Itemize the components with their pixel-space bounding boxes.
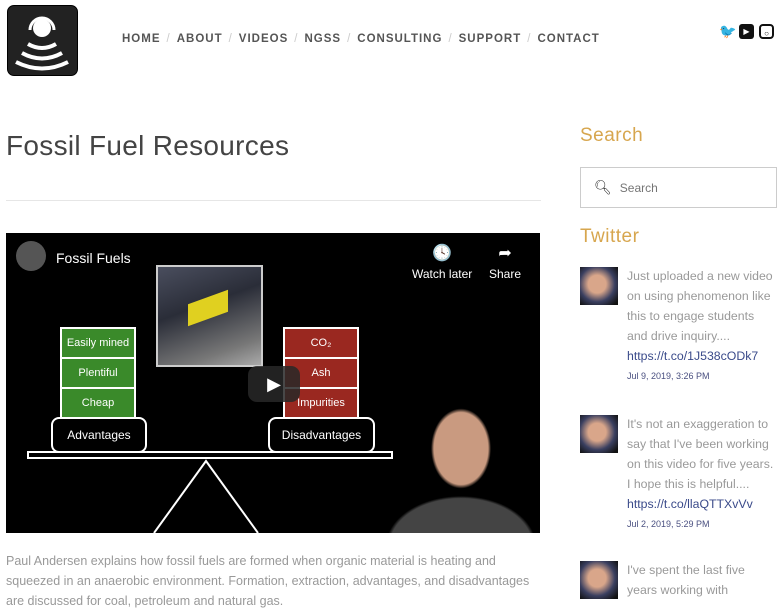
- advantages-label: Advantages: [51, 417, 147, 453]
- avatar[interactable]: [580, 267, 618, 305]
- coal-mine-image: [156, 265, 263, 367]
- nav-separator: /: [166, 33, 171, 45]
- avatar[interactable]: [580, 415, 618, 453]
- nav-consulting[interactable]: CONSULTING: [357, 33, 442, 45]
- instagram-icon[interactable]: ○: [759, 24, 774, 39]
- balance-beam: [27, 451, 393, 459]
- nav-separator: /: [527, 33, 532, 45]
- tweet-date[interactable]: Jul 2, 2019, 5:29 PM: [627, 514, 777, 534]
- advantages-stack: Easily mined Plentiful Cheap: [60, 327, 136, 421]
- play-button[interactable]: ▶: [248, 366, 300, 402]
- disadvantages-label: Disadvantages: [268, 417, 375, 453]
- main-nav: HOME / ABOUT / VIDEOS / NGSS / CONSULTING / S…: [122, 33, 600, 45]
- search-icon: 🔍︎: [594, 179, 612, 195]
- tweet-date[interactable]: Jul 9, 2019, 3:26 PM: [627, 366, 777, 386]
- search-box[interactable]: 🔍︎: [580, 167, 777, 208]
- logo-headphones-icon: [15, 16, 69, 71]
- nav-videos[interactable]: VIDEOS: [239, 33, 288, 45]
- nav-ngss[interactable]: NGSS: [304, 33, 341, 45]
- tweet-text: Just uploaded a new video on using pheno…: [627, 269, 773, 343]
- nav-separator: /: [228, 33, 233, 45]
- video-description: Paul Andersen explains how fossil fuels …: [6, 554, 530, 608]
- avatar[interactable]: [580, 561, 618, 599]
- disadvantage-item: CO₂: [285, 329, 357, 359]
- nav-contact[interactable]: CONTACT: [537, 33, 599, 45]
- search-input[interactable]: [619, 180, 770, 195]
- site-logo[interactable]: [7, 5, 78, 76]
- presenter-video: [386, 403, 536, 533]
- search-heading: Search: [580, 125, 644, 146]
- nav-separator: /: [448, 33, 453, 45]
- tweet-link[interactable]: https://t.co/llaQTTXvVv: [627, 494, 777, 514]
- divider: [6, 200, 541, 201]
- tweet-text: It's not an exaggeration to say that I'v…: [627, 417, 774, 491]
- advantage-item: Plentiful: [62, 359, 134, 389]
- twitter-icon[interactable]: 🐦: [719, 24, 736, 39]
- play-icon: ▶: [267, 374, 281, 394]
- balance-fulcrum: [153, 459, 259, 533]
- nav-separator: /: [347, 33, 352, 45]
- share-label: Share: [489, 267, 522, 281]
- twitter-heading: Twitter: [580, 226, 640, 247]
- advantage-item: Easily mined: [62, 329, 134, 359]
- nav-home[interactable]: HOME: [122, 33, 161, 45]
- social-links: 🐦 ▶ ○: [719, 24, 774, 39]
- nav-about[interactable]: ABOUT: [177, 33, 223, 45]
- watch-later-button[interactable]: 🕓 Watch later: [412, 243, 472, 281]
- channel-avatar[interactable]: [16, 241, 46, 271]
- watch-later-label: Watch later: [412, 267, 473, 281]
- tweet-text: I've spent the last five years working w…: [627, 563, 745, 597]
- share-icon: ➦: [498, 245, 512, 262]
- clock-icon: 🕓: [432, 245, 453, 262]
- share-button[interactable]: ➦ Share: [489, 243, 521, 281]
- nav-separator: /: [294, 33, 299, 45]
- page-title: Fossil Fuel Resources: [6, 130, 290, 161]
- nav-support[interactable]: SUPPORT: [459, 33, 522, 45]
- youtube-icon[interactable]: ▶: [739, 24, 754, 39]
- video-title[interactable]: Fossil Fuels: [56, 250, 131, 266]
- advantage-item: Cheap: [62, 389, 134, 419]
- tweet-link[interactable]: https://t.co/1J538cODk7: [627, 346, 777, 366]
- video-player[interactable]: Fossil Fuels 🕓 Watch later ➦ Share Easily …: [6, 233, 540, 533]
